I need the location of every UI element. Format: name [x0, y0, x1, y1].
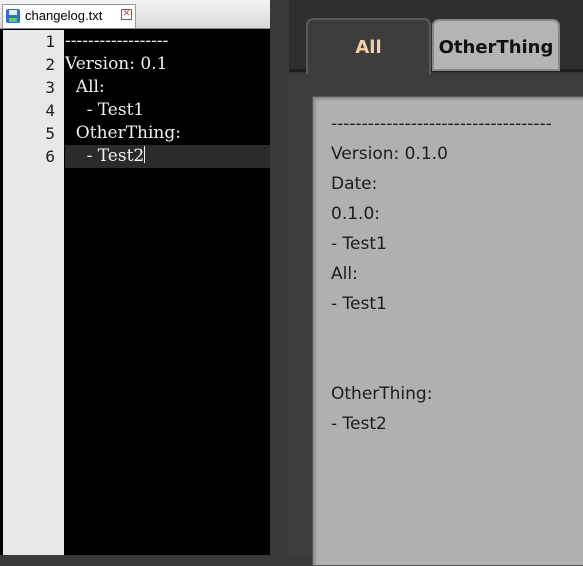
- code-line[interactable]: OtherThing:: [65, 122, 270, 145]
- line-number: 4: [45, 101, 55, 120]
- close-icon[interactable]: ✕: [121, 9, 132, 20]
- content-line: - Test2: [331, 414, 387, 434]
- line-number: 6: [45, 147, 55, 166]
- changelog-content-panel: ------------------------------------ Ver…: [312, 96, 583, 566]
- content-line: Version: 0.1.0: [331, 144, 448, 164]
- tab-header: All OtherThing: [289, 0, 583, 74]
- tab-otherthing[interactable]: OtherThing: [432, 19, 560, 71]
- content-line: - Test1: [331, 294, 387, 314]
- changelog-viewer: All OtherThing -------------------------…: [289, 0, 583, 566]
- content-line: OtherThing:: [331, 384, 433, 404]
- content-separator: ------------------------------------: [331, 114, 552, 134]
- content-line: All:: [331, 264, 358, 284]
- line-number: 5: [45, 124, 55, 143]
- line-number-gutter: 1 2 3 4 5 6: [0, 30, 64, 555]
- save-icon: [6, 9, 20, 23]
- pane-divider: [270, 0, 289, 555]
- code-line[interactable]: All:: [65, 76, 270, 99]
- file-tab-changelog[interactable]: changelog.txt ✕: [2, 4, 136, 28]
- text-caret: [144, 146, 146, 163]
- line-number: 3: [45, 78, 55, 97]
- content-frame: ------------------------------------ Ver…: [289, 74, 583, 566]
- content-line: Date:: [331, 174, 378, 194]
- tab-all[interactable]: All: [306, 18, 431, 74]
- code-line-current[interactable]: - Test2: [65, 145, 270, 168]
- code-line[interactable]: ------------------: [65, 30, 270, 53]
- content-line: 0.1.0:: [331, 204, 380, 224]
- line-number: 2: [45, 55, 55, 74]
- file-tab-label: changelog.txt: [25, 8, 103, 23]
- code-line-text: - Test2: [65, 146, 145, 166]
- text-editor: changelog.txt ✕ 1 2 3 4 5 6 ------------…: [0, 0, 270, 555]
- line-number: 1: [45, 32, 55, 51]
- content-line: - Test1: [331, 234, 387, 254]
- editor-tab-bar: changelog.txt ✕: [0, 0, 270, 29]
- code-line[interactable]: Version: 0.1: [65, 53, 270, 76]
- code-line[interactable]: - Test1: [65, 99, 270, 122]
- code-text-area[interactable]: ------------------ Version: 0.1 All: - T…: [64, 30, 270, 555]
